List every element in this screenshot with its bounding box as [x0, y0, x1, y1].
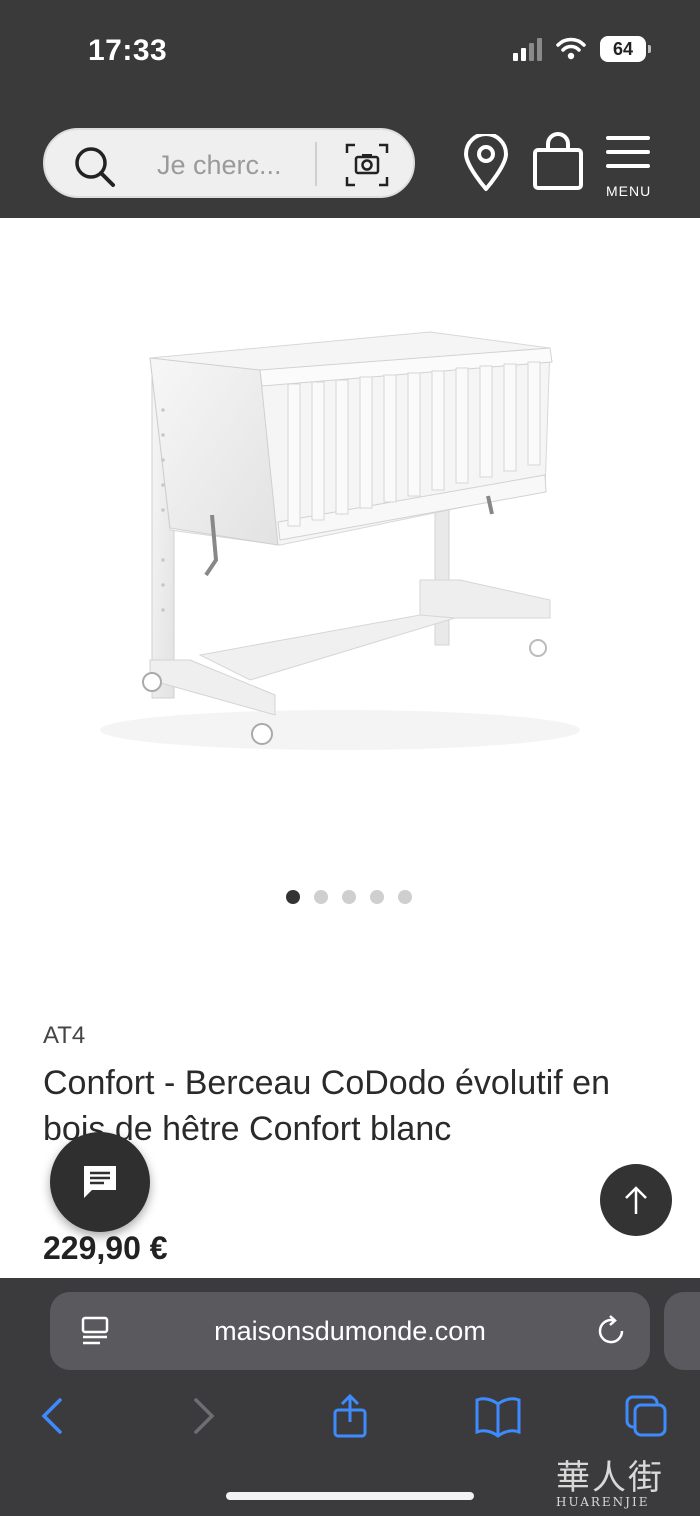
product-brand[interactable]: AT4 — [43, 1022, 85, 1050]
carousel-dot[interactable] — [314, 890, 328, 904]
tabs-icon[interactable] — [624, 1394, 668, 1438]
chat-button[interactable] — [50, 1132, 150, 1232]
next-tab-preview[interactable] — [664, 1292, 700, 1370]
status-indicators: 64 — [513, 36, 651, 62]
home-indicator[interactable] — [226, 1492, 474, 1500]
watermark-logo: 華人街 HUARENJIE — [556, 1450, 664, 1509]
cellular-signal-icon — [513, 37, 542, 61]
back-icon[interactable] — [38, 1394, 68, 1438]
shopping-bag-icon[interactable] — [530, 132, 586, 192]
url-text[interactable]: maisonsdumonde.com — [50, 1316, 650, 1347]
carousel-dot[interactable] — [342, 890, 356, 904]
forward-icon[interactable] — [188, 1394, 218, 1438]
chat-icon — [84, 1166, 116, 1198]
carousel-dot[interactable] — [398, 890, 412, 904]
reload-icon[interactable] — [594, 1314, 628, 1348]
battery-indicator: 64 — [600, 36, 651, 62]
product-image[interactable] — [90, 300, 610, 770]
carousel-dots — [286, 890, 412, 904]
carousel-dot[interactable] — [370, 890, 384, 904]
wifi-icon — [556, 37, 586, 60]
search-icon — [75, 147, 115, 187]
camera-search-icon[interactable] — [343, 141, 391, 189]
product-price: 229,90 € — [43, 1230, 168, 1266]
search-divider — [315, 142, 317, 186]
bookmarks-icon[interactable] — [474, 1394, 522, 1438]
menu-icon[interactable] — [606, 134, 650, 170]
share-icon[interactable] — [330, 1394, 370, 1438]
app-header: 17:33 64 Je cherc... MENU — [0, 0, 700, 218]
location-pin-icon[interactable] — [462, 134, 510, 192]
arrow-up-icon — [625, 1186, 647, 1214]
scroll-top-button[interactable] — [600, 1164, 672, 1236]
search-bar[interactable]: Je cherc... — [43, 128, 415, 198]
address-bar[interactable]: maisonsdumonde.com — [50, 1292, 650, 1370]
carousel-dot[interactable] — [286, 890, 300, 904]
menu-label[interactable]: MENU — [606, 183, 651, 199]
product-title: Confort - Berceau CoDodo évolutif en boi… — [43, 1064, 610, 1148]
watermark-subtext: HUARENJIE — [556, 1495, 650, 1509]
search-input[interactable]: Je cherc... — [157, 150, 282, 181]
watermark-text: 華人街 — [556, 1458, 664, 1498]
status-time: 17:33 — [88, 34, 168, 67]
